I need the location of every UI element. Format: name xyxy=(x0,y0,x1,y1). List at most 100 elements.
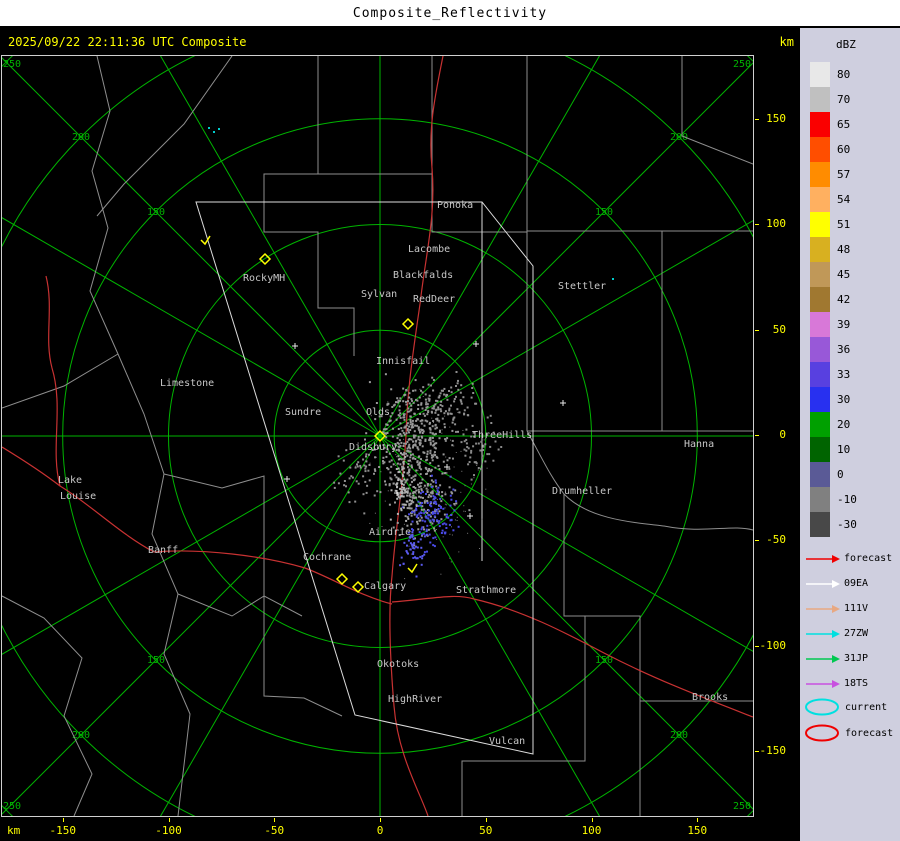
radar-echo xyxy=(403,433,406,436)
radar-echo xyxy=(409,421,412,423)
radar-echo xyxy=(408,507,411,510)
radar-echo xyxy=(409,423,412,426)
dbz-value-label: 48 xyxy=(837,243,851,256)
radar-echo xyxy=(435,418,438,420)
radar-echo xyxy=(411,528,413,531)
dbz-scale-row: 51 xyxy=(800,212,900,237)
radar-echo xyxy=(436,456,439,459)
radar-echo xyxy=(429,431,432,434)
radar-echo xyxy=(420,488,423,491)
radar-echo xyxy=(457,379,459,382)
radar-echo xyxy=(432,480,435,483)
track-arrow-icon xyxy=(806,679,840,688)
radar-echo xyxy=(405,550,408,552)
track-legend-row: 111V xyxy=(800,596,900,621)
radar-echo xyxy=(400,480,403,483)
dbz-value-label: -30 xyxy=(837,518,857,531)
timestamp-label: 2025/09/22 22:11:36 UTC Composite xyxy=(8,35,247,49)
radar-echo xyxy=(422,396,424,397)
radar-site-marker[interactable] xyxy=(401,317,415,331)
radar-echo xyxy=(425,455,428,458)
right-axis-label: -50 xyxy=(766,533,786,547)
radar-echo xyxy=(427,489,429,490)
radar-echo xyxy=(427,517,430,520)
radar-echo xyxy=(397,458,400,461)
radar-echo xyxy=(412,553,415,555)
radar-echo xyxy=(430,474,433,477)
radar-echo xyxy=(351,476,354,479)
dbz-scale-row: 20 xyxy=(800,412,900,437)
right-axis-label: 50 xyxy=(772,322,786,336)
map-boundary xyxy=(681,56,753,165)
radar-echo xyxy=(425,459,428,462)
cell-ellipse-icon xyxy=(805,724,839,742)
radar-echo xyxy=(432,420,435,422)
radar-echo xyxy=(412,401,415,404)
radar-echo xyxy=(342,459,345,462)
dbz-color-scale: 80 70 65 60 57 54 51 48 45 42 39 36 33 30 20 10 0 -10 -30 xyxy=(800,62,900,537)
radar-echo xyxy=(455,452,457,453)
radar-echo xyxy=(473,477,475,479)
dbz-scale-row: 33 xyxy=(800,362,900,387)
radar-echo xyxy=(396,521,399,524)
radar-echo xyxy=(432,499,434,501)
radar-echo xyxy=(406,473,408,475)
radar-echo xyxy=(400,495,403,497)
radar-echo xyxy=(394,474,397,477)
radar-echo xyxy=(420,528,423,531)
range-label: 150 xyxy=(147,655,165,666)
radar-echo xyxy=(439,429,441,432)
radar-echo xyxy=(408,499,411,502)
city-label: Cochrane xyxy=(303,552,351,563)
bottom-axis-tick xyxy=(485,818,487,822)
dbz-value-label: 39 xyxy=(837,318,851,331)
radar-echo xyxy=(444,491,446,493)
radar-echo xyxy=(386,467,389,469)
radar-echo xyxy=(419,514,422,517)
radar-echo xyxy=(385,455,388,458)
dbz-swatch xyxy=(810,387,830,412)
radar-echo xyxy=(419,431,422,433)
radar-echo xyxy=(434,403,437,406)
radar-echo xyxy=(412,456,415,459)
radar-echo xyxy=(432,520,435,523)
radar-echo xyxy=(413,430,416,433)
radar-echo xyxy=(443,426,446,429)
radar-echo xyxy=(402,488,405,491)
radar-echo xyxy=(486,416,489,419)
radar-echo xyxy=(450,386,453,389)
radar-echo xyxy=(398,449,401,452)
radar-echo xyxy=(437,406,440,409)
radar-echo xyxy=(433,446,436,449)
radar-echo xyxy=(375,456,377,458)
city-label: Ponoka xyxy=(437,200,473,211)
radar-echo xyxy=(416,546,419,549)
radar-echo xyxy=(418,493,420,494)
radar-echo xyxy=(345,485,347,488)
radar-echo xyxy=(433,451,436,454)
radar-echo xyxy=(452,457,454,460)
radar-echo xyxy=(415,440,417,443)
radar-echo xyxy=(431,492,434,495)
radar-echo xyxy=(347,491,350,494)
radar-echo xyxy=(438,525,441,528)
radar-echo xyxy=(440,500,443,503)
radar-echo xyxy=(412,543,415,546)
radar-echo xyxy=(446,438,448,440)
radar-echo xyxy=(441,523,444,526)
radar-echo xyxy=(442,536,444,538)
radar-echo xyxy=(442,498,444,500)
dbz-scale-row: 65 xyxy=(800,112,900,137)
radar-echo xyxy=(423,532,425,535)
radar-display[interactable]: 150 200 250 150 200 250 150 200 250 150 200 250 Pono… xyxy=(1,55,754,817)
water-dot xyxy=(612,278,614,280)
radar-echo xyxy=(446,459,449,462)
radar-echo xyxy=(405,389,408,392)
radar-echo xyxy=(406,516,408,518)
radar-echo xyxy=(403,541,406,544)
radar-echo xyxy=(413,412,416,415)
radar-map-canvas[interactable]: 150200250150200250150200250150200250Pono… xyxy=(2,56,753,816)
radar-echo xyxy=(441,429,443,431)
radar-echo xyxy=(444,438,447,441)
radar-echo xyxy=(453,466,455,468)
